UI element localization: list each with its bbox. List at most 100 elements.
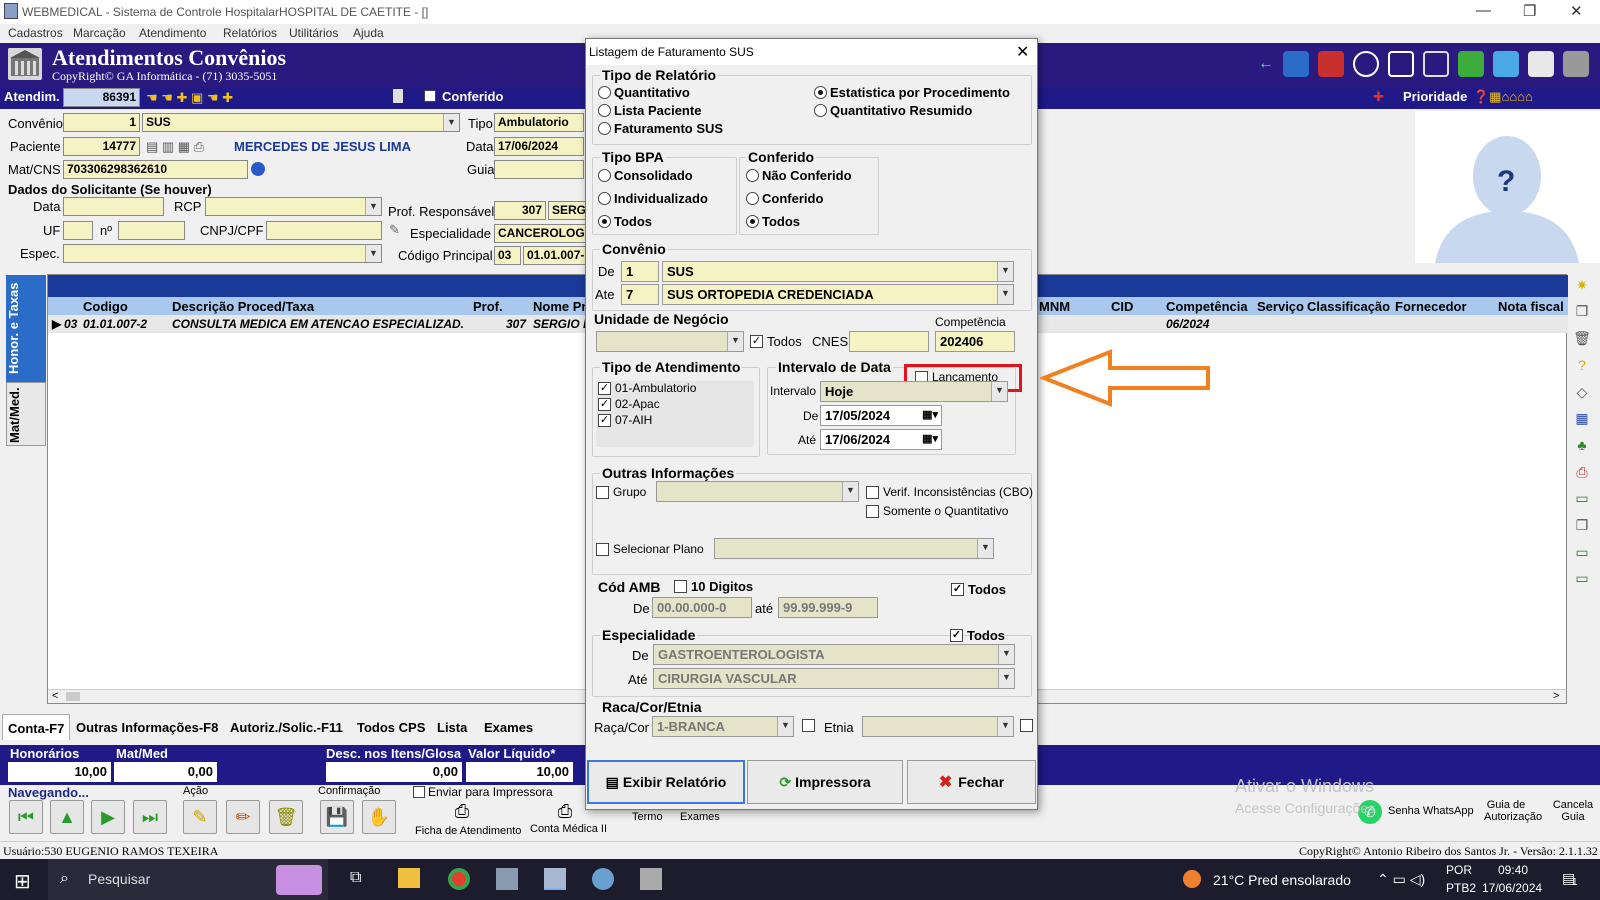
trash-icon[interactable]: 🗑	[269, 800, 303, 834]
espec-ate-select[interactable]: CIRURGIA VASCULAR ▼	[653, 668, 1015, 689]
codigo-num-input[interactable]: 03	[494, 246, 521, 265]
unidade-todos-checkbox[interactable]: ✓ Todos	[750, 334, 802, 349]
plus-icon[interactable]: ✚	[1373, 89, 1384, 105]
system-tray-icon[interactable]: ⌃ ▭ ◁)	[1377, 871, 1425, 888]
col-nome[interactable]: Nome Pr	[533, 299, 586, 314]
webmedical-active-icon[interactable]	[544, 868, 566, 890]
amb-ate-input[interactable]: 99.99.999-9	[778, 597, 878, 618]
menu-ajuda[interactable]: Ajuda	[353, 26, 384, 40]
tab-conta[interactable]: Conta-F7	[8, 721, 64, 736]
monitor-icon[interactable]: ▭	[1573, 544, 1591, 562]
termo-button[interactable]: Termo	[632, 811, 663, 823]
clock-date[interactable]: 17/06/2024	[1482, 881, 1542, 895]
menu-cadastros[interactable]: Cadastros	[8, 26, 63, 40]
chevron-down-icon[interactable]: ▼	[998, 645, 1014, 664]
etnia-checkbox[interactable]	[1020, 719, 1033, 732]
selecionar-plano-checkbox[interactable]: Selecionar Plano	[596, 542, 704, 556]
especialidade-todos-checkbox[interactable]: ✓ Todos	[950, 628, 1005, 643]
menu-marcacao[interactable]: Marcação	[73, 26, 126, 40]
calendar-icon[interactable]: ▦	[1573, 410, 1591, 428]
codigo-input[interactable]: 01.01.007-	[523, 246, 588, 265]
convenio-ate-code[interactable]: 7	[621, 284, 659, 305]
user-icon[interactable]	[1283, 51, 1309, 77]
uf-input[interactable]	[63, 221, 93, 240]
unidade-select[interactable]: ▼	[596, 331, 744, 352]
convenio-de-select[interactable]: SUS ▼	[662, 261, 1014, 282]
weather-text[interactable]: 21°C Pred ensolarado	[1213, 872, 1351, 888]
radio-quantitativo[interactable]: Quantitativo	[598, 85, 690, 100]
tab-honor-taxas[interactable]: Honor. e Taxas	[6, 275, 46, 382]
check-aih[interactable]: ✓ 07-AIH	[598, 413, 652, 427]
cancel-button[interactable]: ✋	[362, 800, 396, 834]
radio-lista-paciente[interactable]: Lista Paciente	[598, 103, 701, 118]
guia-autorizacao-button[interactable]: Guia de Autorização	[1484, 799, 1542, 823]
clock-time[interactable]: 09:40	[1498, 863, 1528, 877]
tab-autoriz[interactable]: Autoriz./Solic.-F11	[230, 720, 343, 735]
col-codigo[interactable]: Codigo	[83, 299, 128, 314]
next-record-button[interactable]: ▶	[91, 800, 125, 834]
digitos-checkbox[interactable]: 10 Digitos	[674, 579, 753, 594]
whatsapp-button[interactable]: Senha WhatsApp	[1388, 805, 1474, 817]
pages-icon[interactable]: ❐	[1573, 517, 1591, 535]
col-mnm[interactable]: MNM	[1039, 299, 1070, 314]
cnes-input[interactable]	[849, 331, 929, 352]
col-classificacao[interactable]: Classificação	[1307, 299, 1390, 314]
atendimento-input[interactable]: 86391	[63, 88, 140, 107]
calendar-icon[interactable]	[1528, 51, 1554, 77]
scroll-right-icon[interactable]: >	[1553, 690, 1559, 702]
radio-individualizado[interactable]: Individualizado	[598, 191, 708, 206]
numero-input[interactable]	[118, 221, 185, 240]
paciente-code-input[interactable]: 14777	[63, 137, 140, 156]
calculator-icon[interactable]	[393, 89, 403, 103]
scroll-left-icon[interactable]: <	[52, 690, 58, 702]
intervalo-de-input[interactable]: 17/05/2024 ▦▾	[820, 405, 942, 426]
minimize-button[interactable]: —	[1476, 2, 1491, 19]
tab-exames[interactable]: Exames	[484, 720, 533, 735]
prof-name-input[interactable]: SERG	[548, 201, 588, 220]
first-record-button[interactable]: ⏮	[9, 800, 43, 834]
col-prof[interactable]: Prof.	[473, 299, 503, 314]
calendar-dropdown-icon[interactable]: ▦▾	[922, 408, 938, 421]
tab-todos-cps[interactable]: Todos CPS	[357, 720, 425, 735]
maximize-button[interactable]: ❐	[1523, 2, 1536, 20]
folder-icon[interactable]	[398, 868, 420, 888]
exibir-relatorio-button[interactable]: ▤ Exibir Relatório	[587, 760, 745, 804]
printer-icon[interactable]: ⎙	[1573, 464, 1591, 482]
chevron-down-icon[interactable]: ▼	[777, 717, 793, 736]
printer-icon[interactable]: ⎙	[548, 800, 582, 822]
chevron-down-icon[interactable]: ▼	[365, 198, 381, 215]
menu-relatorios[interactable]: Relatórios	[223, 26, 277, 40]
chevron-down-icon[interactable]: ▼	[997, 285, 1013, 304]
etnia-select[interactable]: ▼	[862, 716, 1014, 737]
nav-icon[interactable]: ☚ ☚ ✚ ▣ ☚ ✚	[146, 90, 233, 106]
radio-bpa-todos[interactable]: Todos	[598, 214, 652, 229]
convenio-code-input[interactable]: 1	[63, 113, 140, 132]
fechar-button[interactable]: ✖ Fechar	[907, 760, 1036, 804]
prof-code-input[interactable]: 307	[494, 201, 546, 220]
intervalo-ate-input[interactable]: 17/06/2024 ▦▾	[820, 429, 942, 450]
rcp-select[interactable]: ▼	[205, 197, 382, 216]
col-servico[interactable]: Serviço	[1257, 299, 1304, 314]
tab-lista[interactable]: Lista	[437, 720, 467, 735]
radio-conferido-todos[interactable]: Todos	[746, 214, 800, 229]
chevron-down-icon[interactable]: ▼	[997, 262, 1013, 281]
convenio-de-code[interactable]: 1	[621, 261, 659, 282]
exames-button[interactable]: Exames	[680, 811, 720, 823]
chrome-icon[interactable]	[448, 868, 470, 890]
check-ambulatorio[interactable]: ✓ 01-Ambulatorio	[598, 381, 696, 395]
chevron-down-icon[interactable]: ▼	[997, 717, 1013, 736]
matcns-input[interactable]: 703306298362610	[63, 160, 248, 179]
cancela-guia-button[interactable]: Cancela Guia	[1551, 799, 1595, 823]
globe-icon[interactable]	[1493, 51, 1519, 77]
printer-app-icon[interactable]	[640, 868, 662, 890]
tab-outras-informacoes[interactable]: Outras Informações-F8	[76, 720, 218, 735]
especialidade-input[interactable]: CANCEROLOG	[494, 224, 588, 243]
webmedical-icon[interactable]	[496, 868, 518, 890]
tab-matmed[interactable]: Mat/Med.	[6, 382, 46, 446]
col-descricao[interactable]: Descrição Proced/Taxa	[172, 299, 314, 314]
paint-icon[interactable]	[592, 868, 614, 890]
radio-estatistica[interactable]: Estatistica por Procedimento	[814, 85, 1010, 100]
menu-utilitarios[interactable]: Utilitários	[289, 26, 338, 40]
previous-record-button[interactable]: ▲	[50, 800, 84, 834]
document-icon[interactable]: ▤ ▥ ▦ ⎙	[146, 139, 204, 155]
